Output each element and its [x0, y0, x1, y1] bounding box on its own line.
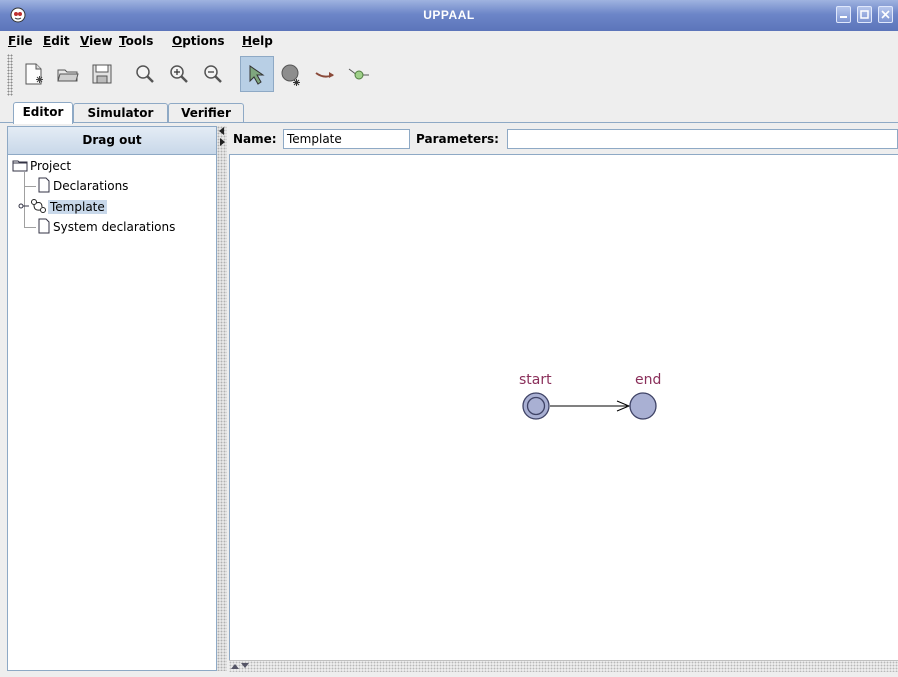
name-label: Name:	[233, 132, 277, 146]
minimize-button[interactable]	[836, 6, 851, 23]
tree-item-project[interactable]: Project	[12, 157, 73, 175]
toolbar	[0, 52, 898, 100]
zoom-button[interactable]	[128, 56, 162, 92]
parameters-label: Parameters:	[416, 132, 499, 146]
select-tool-button[interactable]	[240, 56, 274, 92]
tree-item-template[interactable]: Template	[18, 198, 107, 216]
scroll-up-arrow-icon[interactable]	[231, 663, 239, 669]
automaton-graph	[522, 392, 657, 420]
zoom-icon	[136, 65, 154, 83]
tree-connector	[24, 186, 36, 187]
zoom-out-button[interactable]	[196, 56, 230, 92]
minimize-icon	[840, 16, 847, 18]
add-edge-icon	[315, 72, 334, 78]
window-title: UPPAAL	[423, 8, 475, 22]
expand-right-arrow-icon[interactable]	[218, 138, 226, 146]
tree-label-project: Project	[30, 159, 72, 173]
scroll-down-arrow-icon[interactable]	[241, 663, 249, 669]
collapse-left-arrow-icon[interactable]	[218, 127, 226, 135]
edge-start-end[interactable]	[550, 400, 631, 412]
add-nail-icon	[348, 68, 369, 80]
split-pane-divider[interactable]	[217, 126, 227, 671]
maximize-icon	[860, 10, 869, 19]
parameters-field[interactable]	[507, 129, 898, 149]
menu-help[interactable]: Help	[242, 34, 273, 48]
zoom-in-icon	[170, 65, 188, 83]
template-header: Name: Template Parameters:	[227, 126, 898, 153]
open-button[interactable]	[51, 56, 85, 92]
title-bar: UPPAAL	[0, 0, 898, 32]
menu-view[interactable]: View	[80, 34, 112, 48]
menu-tools[interactable]: Tools	[119, 34, 153, 48]
horizontal-scrollbar[interactable]	[229, 660, 898, 672]
zoom-out-icon	[204, 65, 222, 83]
toolbar-grip[interactable]	[7, 54, 13, 96]
menu-file[interactable]: File	[8, 34, 33, 48]
tab-bar: Editor Simulator Verifier	[0, 102, 898, 124]
add-edge-button[interactable]	[308, 56, 342, 92]
expand-handle-icon[interactable]	[18, 200, 30, 212]
menu-options[interactable]: Options	[172, 34, 225, 48]
tree-label-system-declarations: System declarations	[53, 220, 176, 234]
tree-item-system-declarations[interactable]: System declarations	[37, 218, 177, 236]
tree-label-declarations: Declarations	[53, 179, 129, 193]
template-name-field[interactable]: Template	[283, 129, 410, 149]
menu-bar: File Edit View Tools Options Help	[0, 31, 898, 52]
maximize-button[interactable]	[857, 6, 872, 23]
location-start[interactable]	[522, 392, 550, 420]
drag-out-button[interactable]: Drag out	[8, 127, 216, 155]
location-end[interactable]	[629, 392, 657, 420]
save-icon	[92, 64, 112, 84]
new-button[interactable]	[17, 56, 51, 92]
zoom-in-button[interactable]	[162, 56, 196, 92]
automaton-canvas[interactable]: start end	[229, 154, 898, 660]
select-arrow-icon	[249, 65, 265, 85]
menu-edit[interactable]: Edit	[43, 34, 70, 48]
folder-icon	[12, 160, 28, 172]
tree-item-declarations[interactable]: Declarations	[37, 177, 130, 195]
document-icon	[38, 177, 50, 193]
new-document-icon	[25, 63, 43, 85]
tab-divider	[0, 122, 898, 123]
template-automaton-icon	[31, 199, 46, 213]
tree-label-template: Template	[48, 200, 107, 214]
tab-editor[interactable]: Editor	[13, 102, 73, 124]
open-folder-icon	[57, 69, 79, 82]
project-panel: Drag out Project Declarations Template S…	[7, 126, 217, 671]
document-icon	[38, 218, 50, 234]
close-button[interactable]	[878, 6, 893, 23]
tree-connector	[24, 227, 36, 228]
tab-verifier[interactable]: Verifier	[168, 103, 244, 123]
add-location-icon	[281, 64, 300, 86]
close-icon	[881, 10, 890, 19]
add-nail-button[interactable]	[342, 56, 376, 92]
tab-simulator[interactable]: Simulator	[73, 103, 168, 123]
save-button[interactable]	[85, 56, 119, 92]
add-location-button[interactable]	[274, 56, 308, 92]
